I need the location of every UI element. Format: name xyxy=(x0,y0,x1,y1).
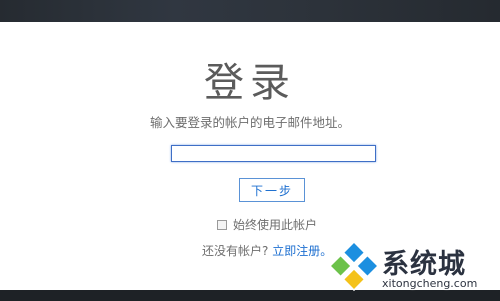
screen-frame: 登录 输入要登录的帐户的电子邮件地址。 下一步 始终使用此帐户 还没有帐户? 立… xyxy=(0,0,500,301)
email-instruction: 输入要登录的帐户的电子邮件地址。 xyxy=(149,115,350,130)
remember-account-option[interactable]: 始终使用此帐户 xyxy=(217,216,317,233)
remember-account-label: 始终使用此帐户 xyxy=(233,218,318,232)
next-button[interactable]: 下一步 xyxy=(239,178,305,202)
watermark-text-en: xitongcheng.com xyxy=(382,277,478,290)
remember-account-checkbox[interactable] xyxy=(217,219,227,230)
diamond-logo-icon xyxy=(328,240,380,292)
site-watermark: 系统城 xitongcheng.com xyxy=(328,238,482,298)
no-account-text: 还没有帐户? xyxy=(202,244,269,258)
watermark-text-cn: 系统城 xyxy=(382,249,466,280)
window-top-edge xyxy=(0,0,500,22)
signup-prompt: 还没有帐户? 立即注册。 xyxy=(202,242,332,259)
signup-link[interactable]: 立即注册。 xyxy=(272,244,332,258)
page-title: 登录 xyxy=(204,60,296,106)
email-field[interactable] xyxy=(171,145,376,162)
